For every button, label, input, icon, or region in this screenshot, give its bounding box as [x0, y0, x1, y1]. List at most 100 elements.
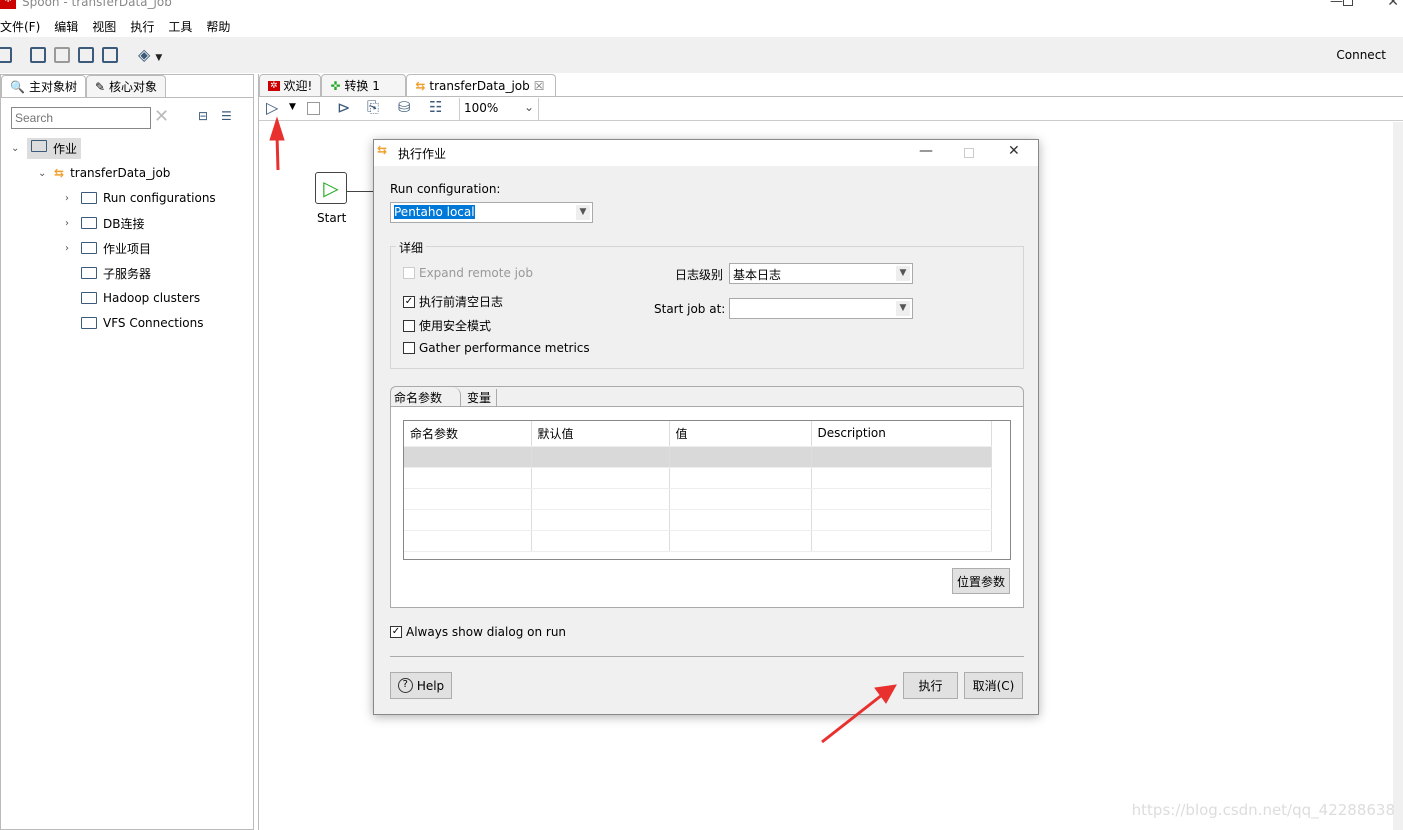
tab-named-params[interactable]: 命名参数: [391, 387, 461, 407]
zoom-select[interactable]: 100% ⌄: [459, 98, 539, 120]
cancel-button[interactable]: 取消(C): [964, 672, 1023, 699]
chevron-down-icon: ▼: [896, 301, 910, 316]
folder-icon: [81, 317, 97, 329]
expand-list-icon[interactable]: ☰: [221, 109, 232, 123]
tab-transformation[interactable]: ✜ 转换 1: [321, 74, 407, 96]
log-level-label: 日志级别: [675, 268, 724, 282]
job-icon: ⇆: [54, 166, 65, 180]
tree-icon: 🔍: [10, 79, 25, 94]
close-button[interactable]: ✕: [1387, 0, 1399, 10]
tab-core-objects[interactable]: ✎ 核心对象: [85, 75, 167, 97]
folder-icon: [81, 192, 97, 204]
chevron-down-icon[interactable]: ⌄: [38, 168, 48, 179]
pencil-icon: ✎: [94, 79, 106, 94]
column-header-description[interactable]: Description: [811, 421, 992, 447]
divider: [390, 656, 1024, 657]
menu-view[interactable]: 视图: [92, 18, 116, 36]
maximize-button[interactable]: [1343, 0, 1353, 6]
start-job-select[interactable]: ▼: [729, 298, 913, 319]
close-button[interactable]: ✕: [1008, 143, 1020, 159]
position-params-button[interactable]: 位置参数: [952, 568, 1010, 594]
save-as-icon[interactable]: [102, 47, 118, 63]
help-button[interactable]: ? Help: [390, 672, 452, 699]
chevron-down-icon: ▼: [576, 205, 590, 220]
column-header-param[interactable]: 命名参数: [404, 421, 532, 447]
tree-item-vfs-connections[interactable]: VFS Connections: [65, 313, 203, 333]
tree-item-job[interactable]: ⌄ ⇆ transferData_job: [38, 163, 170, 183]
folder-icon: [81, 292, 97, 304]
open-folder-icon[interactable]: [30, 47, 46, 63]
spoon-logo-icon: ✲: [0, 0, 16, 9]
watermark: https://blog.csdn.net/qq_42288638: [1131, 801, 1395, 819]
chevron-right-icon[interactable]: ›: [65, 243, 75, 254]
params-table: 命名参数 默认值值 Description: [403, 420, 1011, 560]
table-row[interactable]: [404, 509, 992, 531]
minimize-button[interactable]: —: [1330, 0, 1343, 9]
layout-icon[interactable]: ☷: [429, 98, 442, 116]
minimize-button[interactable]: —: [919, 143, 933, 159]
tab-main-tree[interactable]: 🔍 主对象树: [1, 75, 86, 97]
table-row[interactable]: [404, 446, 992, 468]
menu-bar: 文件(F) 编辑 视图 执行 工具 帮助: [0, 18, 230, 36]
run-button[interactable]: 执行: [903, 672, 958, 699]
tree-item-slave-servers[interactable]: 子服务器: [65, 263, 151, 283]
menu-run[interactable]: 执行: [130, 18, 154, 36]
table-row[interactable]: [404, 467, 992, 489]
menu-file[interactable]: 文件(F): [0, 18, 40, 36]
always-show-checkbox[interactable]: ✓ Always show dialog on run: [390, 625, 566, 639]
main-toolbar: ◈ ▼: [0, 37, 1403, 73]
clear-search-icon[interactable]: ✕: [154, 106, 169, 127]
job-icon: ⇆: [377, 143, 388, 157]
maximize-button: [964, 148, 974, 158]
run-config-select[interactable]: Pentaho local ▼: [390, 202, 593, 223]
vertical-scrollbar[interactable]: [1393, 122, 1403, 830]
replay-icon[interactable]: ⊳: [337, 98, 350, 117]
run-dropdown-icon[interactable]: ▼: [289, 102, 296, 112]
left-panel: 🔍主对象树 ✎核心对象 ✕ ⊟ ☰ ⌄作业 ⌄⇆transferData_job…: [0, 74, 254, 830]
clear-log-checkbox[interactable]: ✓ 执行前清空日志: [403, 293, 503, 310]
start-label: Start: [317, 211, 347, 225]
tree-item-jobs[interactable]: ⌄ 作业: [11, 137, 82, 159]
transformation-icon: ✜: [330, 78, 341, 93]
gather-metrics-checkbox[interactable]: Gather performance metrics: [403, 341, 590, 355]
tree-item-hadoop-clusters[interactable]: Hadoop clusters: [65, 288, 200, 308]
perspective-layers-icon[interactable]: ◈ ▼: [138, 45, 162, 64]
menu-edit[interactable]: 编辑: [54, 18, 78, 36]
tab-welcome[interactable]: ✲ 欢迎!: [259, 74, 322, 96]
expand-remote-checkbox: Expand remote job: [403, 266, 533, 280]
run-icon[interactable]: ▷: [266, 98, 278, 117]
close-tab-icon[interactable]: ☒: [534, 79, 545, 93]
job-toolbar: ▷ ▼ ⊳ ⎘ ⛁ ☷ 100% ⌄: [259, 97, 1403, 121]
chevron-down-icon[interactable]: ⌄: [11, 143, 21, 154]
column-header-value[interactable]: 值: [669, 421, 812, 447]
connect-button[interactable]: Connect: [1336, 48, 1386, 62]
new-file-icon[interactable]: [0, 47, 12, 63]
tab-variables[interactable]: 变量: [462, 389, 498, 407]
table-row[interactable]: [404, 488, 992, 510]
tree-item-job-entries[interactable]: › 作业项目: [65, 238, 151, 258]
help-icon: ?: [397, 678, 413, 693]
start-entry-icon[interactable]: ▷: [315, 172, 347, 204]
log-level-select[interactable]: 基本日志 ▼: [729, 263, 913, 284]
job-icon: ⇆: [415, 78, 426, 93]
tab-transferdata-job[interactable]: ⇆ transferData_job ☒: [406, 74, 557, 96]
collapse-tree-icon[interactable]: ⊟: [198, 109, 208, 123]
search-input[interactable]: [11, 107, 151, 129]
explore-repository-icon[interactable]: [54, 47, 70, 63]
menu-tools[interactable]: 工具: [168, 18, 192, 36]
chevron-down-icon: ⌄: [523, 100, 534, 114]
safe-mode-checkbox[interactable]: 使用安全模式: [403, 317, 491, 334]
tree-item-db-connections[interactable]: › DB连接: [65, 213, 144, 233]
script-icon[interactable]: ⎘: [367, 98, 379, 116]
tree-item-run-configurations[interactable]: › Run configurations: [65, 188, 216, 208]
chevron-right-icon[interactable]: ›: [65, 218, 75, 229]
start-job-label: Start job at:: [654, 302, 726, 316]
sql-icon[interactable]: ⛁: [398, 98, 411, 116]
table-row[interactable]: [404, 530, 992, 552]
save-icon[interactable]: [78, 47, 94, 63]
details-label: 详细: [396, 239, 427, 256]
menu-help[interactable]: 帮助: [206, 18, 230, 36]
stop-icon[interactable]: [307, 102, 320, 115]
chevron-right-icon[interactable]: ›: [65, 193, 75, 204]
column-header-default[interactable]: 默认值: [531, 421, 670, 447]
